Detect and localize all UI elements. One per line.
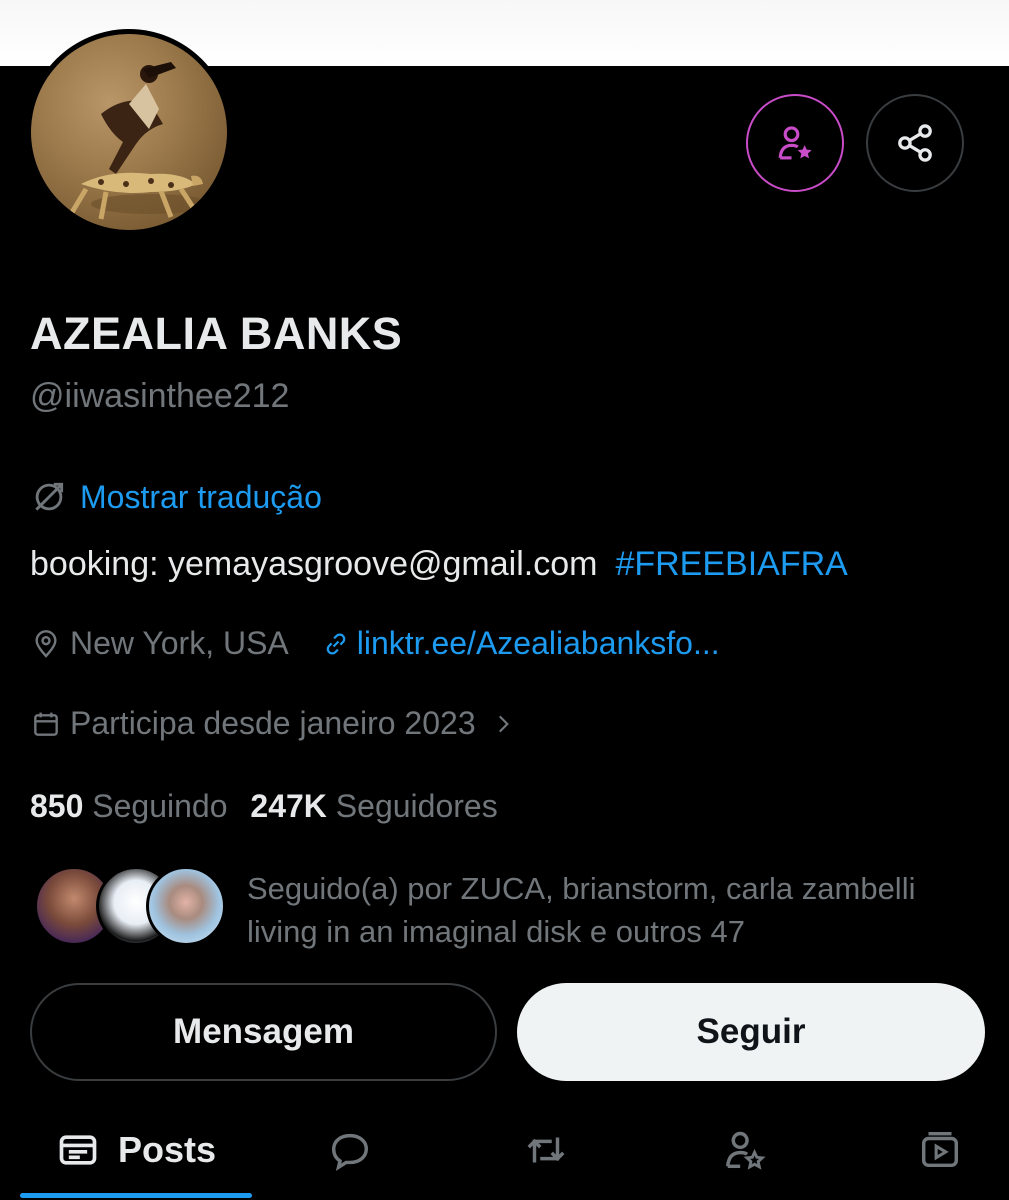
- replies-icon: [331, 1133, 369, 1171]
- bio-hashtag-link[interactable]: #FREEBIAFRA: [615, 545, 847, 583]
- following-count: 850: [30, 788, 84, 824]
- profile-avatar[interactable]: [26, 29, 232, 235]
- tab-posts-label: Posts: [117, 1129, 217, 1170]
- location-icon: [35, 629, 57, 658]
- following-link[interactable]: 850 Seguindo: [30, 788, 236, 824]
- reposts-icon: [527, 1137, 565, 1163]
- follow-stats: 850 Seguindo 247K Seguidores: [30, 788, 498, 825]
- tab-posts[interactable]: Posts: [20, 1100, 252, 1200]
- tab-replies[interactable]: [300, 1100, 400, 1200]
- share-icon: [898, 124, 932, 162]
- followers-label: Seguidores: [335, 788, 498, 824]
- subscribe-button[interactable]: [746, 94, 844, 192]
- subscriptions-icon: [725, 1131, 766, 1170]
- profile-tabs: Posts: [0, 1100, 1009, 1200]
- chevron-right-icon: [498, 715, 509, 732]
- location-text: New York, USA: [70, 625, 289, 661]
- subscribe-icon: [778, 126, 812, 160]
- media-icon: [921, 1131, 959, 1168]
- follow-button[interactable]: Seguir: [517, 983, 985, 1081]
- followed-by-avatars[interactable]: [34, 866, 226, 948]
- following-label: Seguindo: [92, 788, 228, 824]
- profile-meta: New York, USA linktr.ee/Azealiabanksfo..…: [30, 625, 720, 662]
- join-date-row[interactable]: Participa desde janeiro 2023: [30, 705, 516, 742]
- join-date-text: Participa desde janeiro 2023: [70, 705, 476, 741]
- translate-bio-link[interactable]: Mostrar tradução: [30, 478, 322, 516]
- tab-reposts[interactable]: [496, 1100, 596, 1200]
- followers-link[interactable]: 247K Seguidores: [250, 788, 497, 824]
- profile-bio: booking: yemayasgroove@gmail.com #FREEBIA…: [30, 545, 848, 584]
- tab-subscriptions[interactable]: [694, 1100, 794, 1200]
- avatar-photo: [68, 62, 211, 220]
- display-name: AZEALIA BANKS: [30, 308, 403, 359]
- follower-avatar: [146, 866, 226, 946]
- followed-by-text[interactable]: Seguido(a) por ZUCA, brianstorm, carla z…: [247, 867, 967, 953]
- bio-text: booking: yemayasgroove@gmail.com: [30, 545, 598, 583]
- website-link[interactable]: linktr.ee/Azealiabanksfo...: [321, 625, 720, 662]
- link-icon: [326, 632, 346, 655]
- followers-count: 247K: [250, 788, 327, 824]
- tab-media[interactable]: [890, 1100, 990, 1200]
- profile-handle: @iiwasinthee212: [30, 377, 290, 415]
- calendar-icon: [34, 712, 58, 736]
- posts-icon: [59, 1135, 97, 1165]
- translate-label: Mostrar tradução: [80, 478, 322, 515]
- message-button[interactable]: Mensagem: [30, 983, 497, 1081]
- share-button[interactable]: [866, 94, 964, 192]
- active-tab-indicator: [20, 1193, 252, 1198]
- website-text: linktr.ee/Azealiabanksfo...: [356, 625, 720, 661]
- translate-icon: [35, 482, 64, 511]
